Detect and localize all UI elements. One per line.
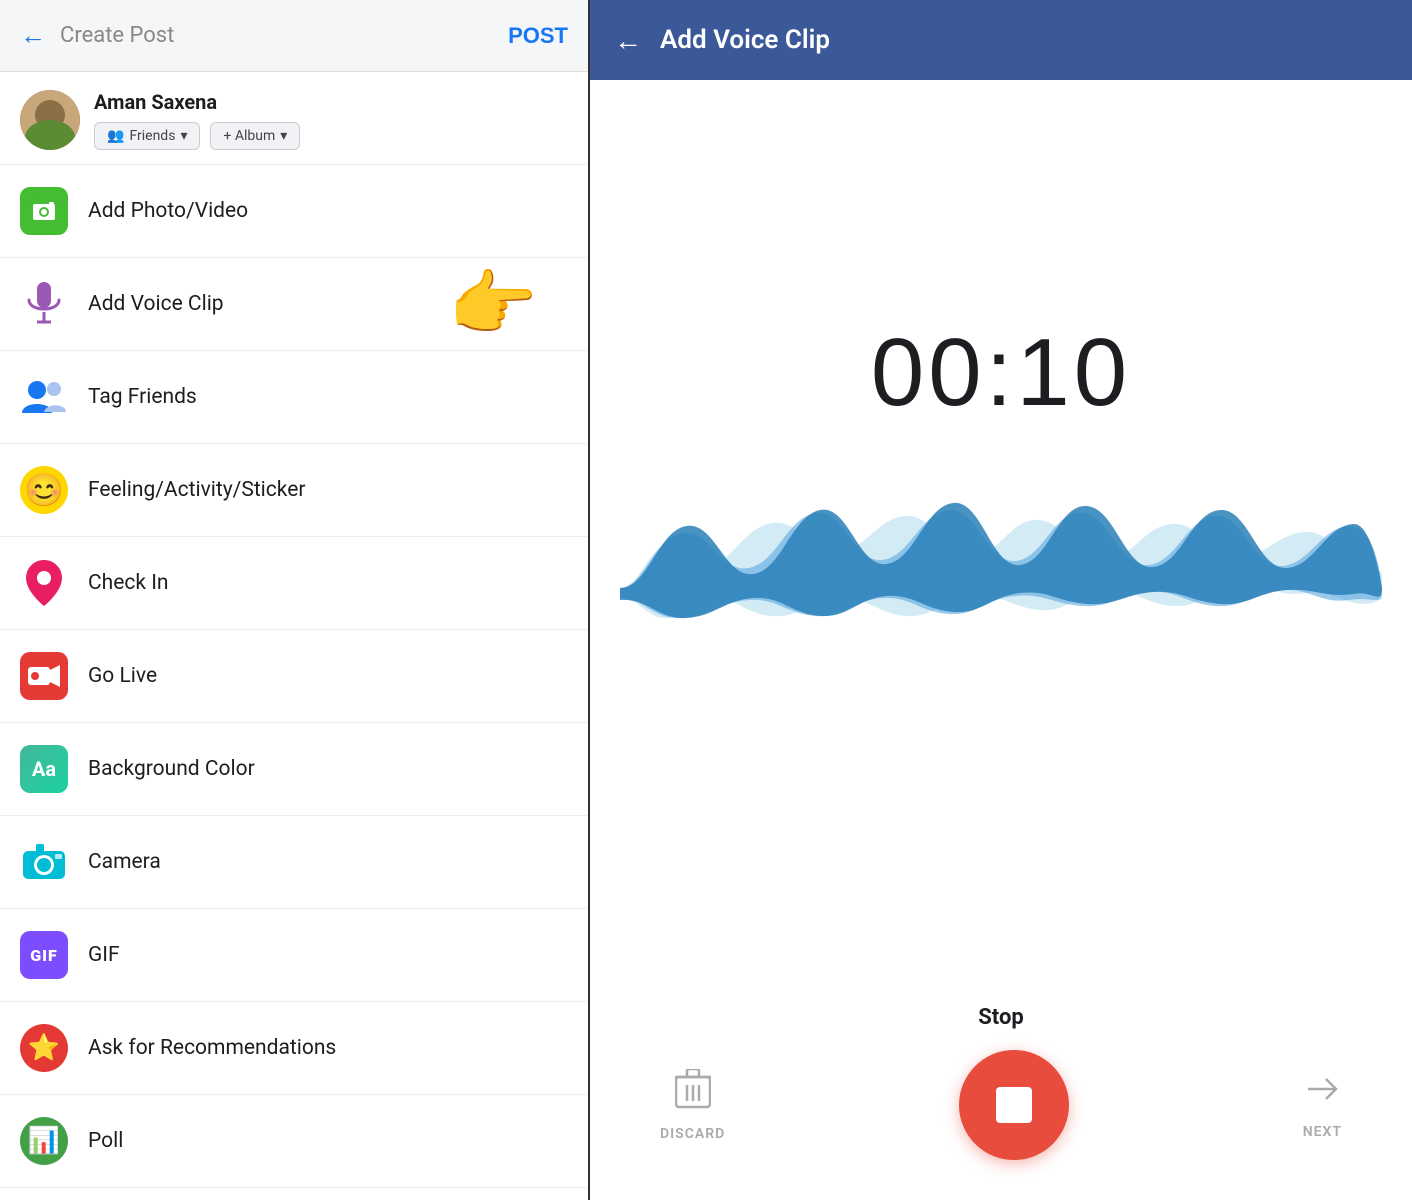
header-left: ← Create Post: [20, 20, 174, 51]
camera-icon: [20, 838, 68, 886]
stop-recording-button[interactable]: [959, 1050, 1069, 1160]
friends-chevron: ▾: [180, 128, 187, 144]
user-controls: 👥 Friends ▾ + Album ▾: [94, 122, 300, 150]
friends-icon: 👥: [107, 128, 124, 144]
add-voice-clip-panel: ← Add Voice Clip 00:10 Stop: [590, 0, 1412, 1200]
user-name: Aman Saxena: [94, 90, 300, 114]
menu-item-go-live[interactable]: Go Live: [0, 630, 588, 723]
gif-label: GIF: [88, 943, 120, 967]
poll-icon: 📊: [20, 1117, 68, 1165]
add-voice-clip-title: Add Voice Clip: [660, 25, 830, 55]
poll-label: Poll: [88, 1129, 123, 1153]
menu-item-voice-clip[interactable]: Add Voice Clip 👉: [0, 258, 588, 351]
recording-timer: 00:10: [871, 318, 1131, 428]
friends-label: Friends: [129, 128, 175, 144]
discard-label: DISCARD: [660, 1126, 725, 1142]
avatar-image: [20, 90, 80, 150]
check-in-icon: [20, 559, 68, 607]
avatar: [20, 90, 80, 150]
friends-button[interactable]: 👥 Friends ▾: [94, 122, 200, 150]
menu-item-background-color[interactable]: Aa Background Color: [0, 723, 588, 816]
tag-friends-label: Tag Friends: [88, 385, 197, 409]
menu-item-photo-video[interactable]: Add Photo/Video: [0, 165, 588, 258]
menu-list: Add Photo/Video Add Voice Clip 👉: [0, 165, 588, 1200]
go-live-label: Go Live: [88, 664, 157, 688]
album-chevron: ▾: [280, 128, 287, 144]
tag-friends-icon: [20, 373, 68, 421]
voice-clip-label: Add Voice Clip: [88, 292, 224, 316]
next-button[interactable]: NEXT: [1303, 1071, 1342, 1140]
feeling-icon: 😊: [20, 466, 68, 514]
next-arrow-icon: [1304, 1071, 1340, 1116]
user-name-row: Aman Saxena 👥 Friends ▾ + Album ▾: [94, 90, 300, 150]
menu-item-tag-friends[interactable]: Tag Friends: [0, 351, 588, 444]
background-color-label: Background Color: [88, 757, 255, 781]
back-button[interactable]: ←: [20, 20, 46, 51]
next-label: NEXT: [1303, 1124, 1342, 1140]
right-back-button[interactable]: ←: [614, 24, 642, 57]
go-live-icon: [20, 652, 68, 700]
create-post-panel: ← Create Post POST Aman Saxena 👥 Friends…: [0, 0, 590, 1200]
stop-label: Stop: [978, 1005, 1024, 1030]
album-label: + Album: [223, 128, 275, 144]
waveform-svg: [620, 488, 1382, 688]
menu-item-feeling[interactable]: 😊 Feeling/Activity/Sticker: [0, 444, 588, 537]
menu-item-camera[interactable]: Camera: [0, 816, 588, 909]
photo-video-icon: [20, 187, 68, 235]
album-button[interactable]: + Album ▾: [210, 122, 300, 150]
menu-item-check-in[interactable]: Check In: [0, 537, 588, 630]
waveform-container: [620, 488, 1382, 688]
control-row: DISCARD NEXT: [620, 1050, 1382, 1160]
discard-button[interactable]: DISCARD: [660, 1069, 725, 1142]
menu-item-poll[interactable]: 📊 Poll: [0, 1095, 588, 1188]
discard-icon: [675, 1069, 711, 1118]
stop-square-icon: [996, 1087, 1032, 1123]
pointing-hand-emoji: 👉: [448, 262, 538, 347]
voice-clip-icon: [20, 280, 68, 328]
photo-video-label: Add Photo/Video: [88, 199, 248, 223]
recommend-icon: ⭐: [20, 1024, 68, 1072]
gif-icon: GIF: [20, 931, 68, 979]
camera-label: Camera: [88, 850, 161, 874]
user-info-row: Aman Saxena 👥 Friends ▾ + Album ▾: [0, 72, 588, 165]
voice-recording-content: 00:10: [590, 80, 1412, 985]
create-post-title: Create Post: [60, 23, 174, 48]
recommend-label: Ask for Recommendations: [88, 1036, 336, 1060]
right-header: ← Add Voice Clip: [590, 0, 1412, 80]
menu-item-recommend[interactable]: ⭐ Ask for Recommendations: [0, 1002, 588, 1095]
post-button[interactable]: POST: [508, 23, 568, 49]
recording-controls: Stop DISCARD: [590, 985, 1412, 1200]
left-header: ← Create Post POST: [0, 0, 588, 72]
menu-item-gif[interactable]: GIF GIF: [0, 909, 588, 1002]
feeling-label: Feeling/Activity/Sticker: [88, 478, 305, 502]
check-in-label: Check In: [88, 571, 169, 595]
background-color-icon: Aa: [20, 745, 68, 793]
